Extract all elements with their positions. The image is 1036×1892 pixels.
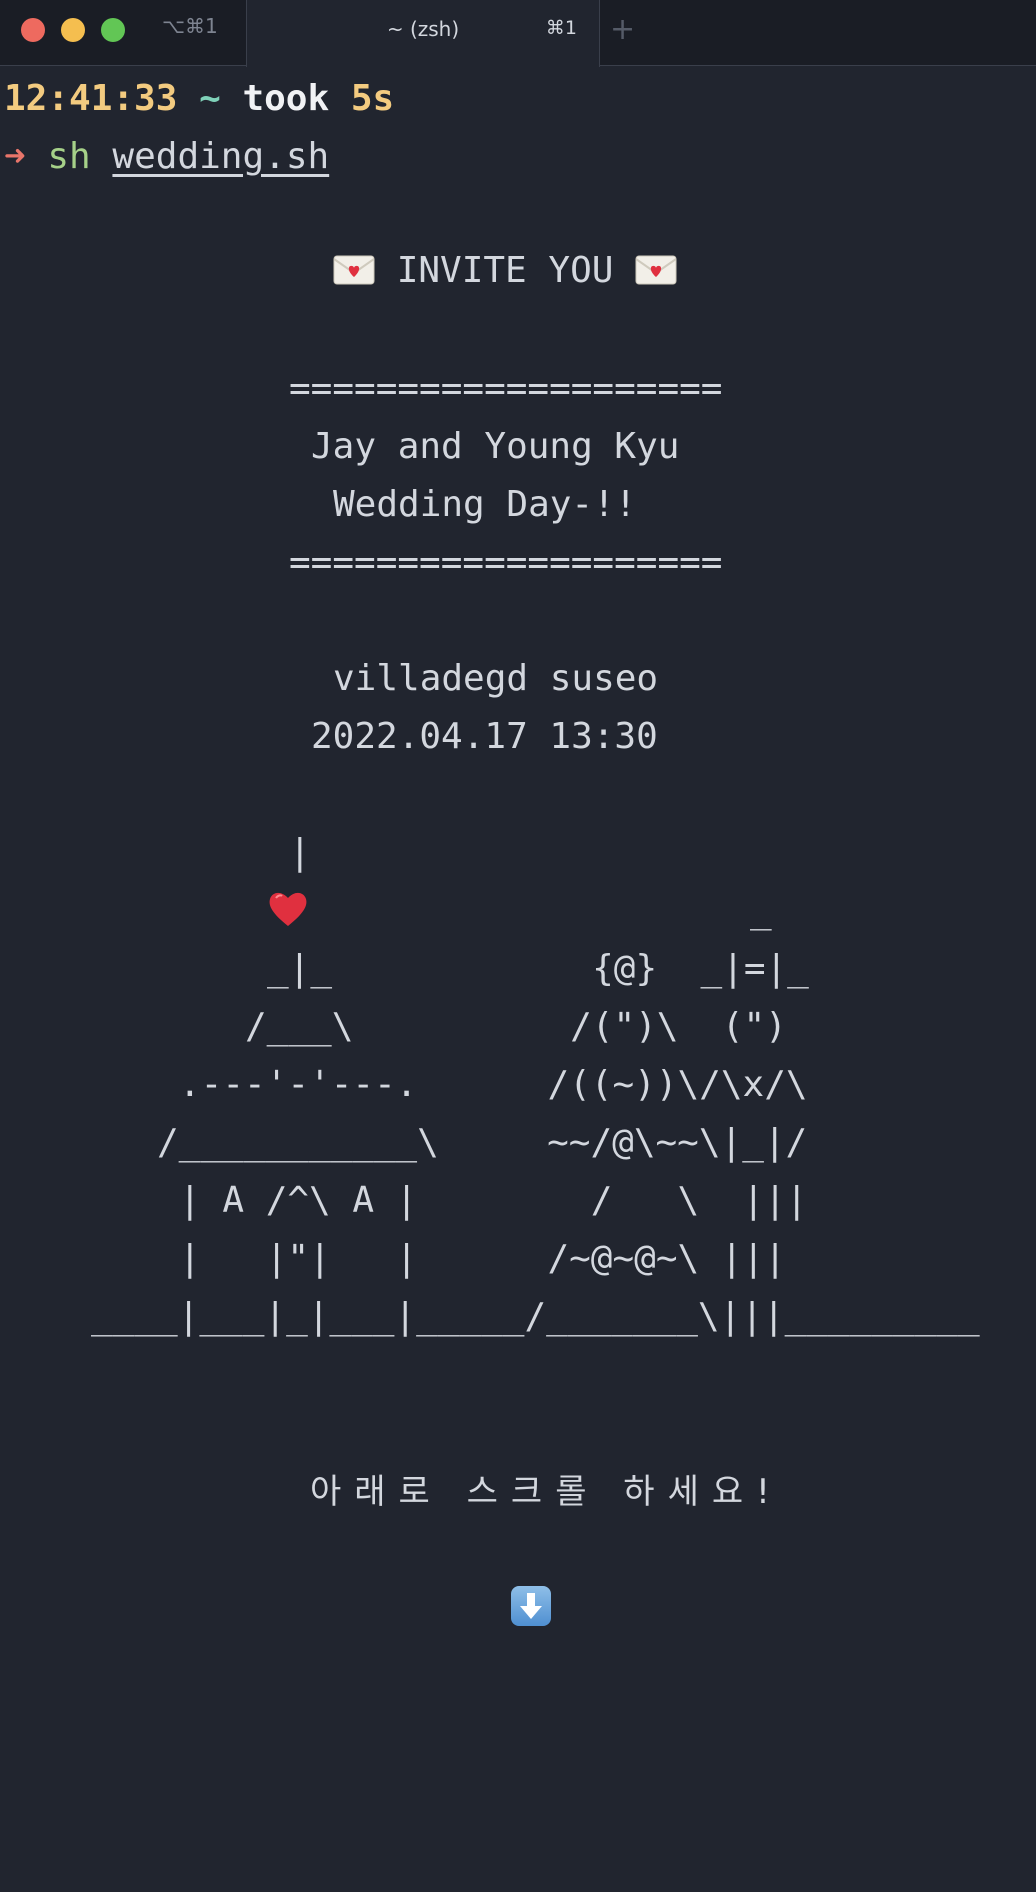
art-row-2: /___\ /(")\ (") — [245, 1006, 787, 1047]
art-pole: | — [289, 832, 311, 873]
art-ground: ____|___|_|___|_____/_______\|||________… — [91, 1296, 980, 1337]
maximize-window-button[interactable] — [101, 18, 125, 42]
tab-zsh[interactable]: ~ (zsh) ⌘1 — [246, 0, 600, 67]
art-flag-top: _ — [750, 890, 772, 931]
prompt-arrow-icon: ➜ — [4, 136, 26, 177]
new-tab-button[interactable]: + — [610, 12, 635, 48]
art-heart-row — [267, 889, 309, 933]
art-row-5: | A /^\ A | / \ ||| — [179, 1180, 808, 1221]
down-arrow-icon — [511, 1586, 551, 1626]
command-argument: wedding.sh — [112, 136, 330, 177]
invite-heading-text: INVITE YOU — [396, 250, 614, 291]
divider-bottom: ==================== — [289, 542, 723, 583]
prompt-duration: 5s — [350, 78, 395, 119]
divider-top: ==================== — [289, 368, 723, 409]
date-time: 2022.04.17 13:30 — [311, 716, 658, 757]
command-line[interactable]: ➜ sh wedding.sh — [4, 135, 329, 179]
command-name: sh — [47, 136, 91, 177]
prompt-time: 12:41:33 — [4, 78, 178, 119]
prompt-dir: ~ — [199, 78, 221, 119]
art-row-6: | |"| | /~@~@~\ ||| — [179, 1238, 786, 1279]
red-heart-icon — [269, 892, 307, 926]
prompt-took-label: took — [242, 78, 330, 119]
love-letter-icon — [635, 255, 677, 285]
terminal-tab-bar: ⌥⌘1 ~ (zsh) ⌘1 + — [0, 0, 1036, 67]
couple-names: Jay and Young Kyu — [311, 426, 680, 467]
love-letter-icon — [333, 255, 375, 285]
minimize-window-button[interactable] — [61, 18, 85, 42]
inactive-tab-shortcut[interactable]: ⌥⌘1 — [162, 14, 218, 38]
art-row-1: _|_ {@} _|=|_ — [267, 948, 809, 989]
prompt-status-line: 12:41:33 ~ took 5s — [4, 77, 394, 121]
art-row-4: /___________\ ~~/@\~~\|_|/ — [157, 1122, 808, 1163]
art-row-3: .---'-'---. /((~))\/\x/\ — [179, 1064, 808, 1105]
wedding-day-title: Wedding Day-!! — [333, 484, 637, 525]
close-window-button[interactable] — [21, 18, 45, 42]
invite-heading: INVITE YOU — [333, 249, 677, 293]
venue: villadegd suseo — [333, 658, 659, 699]
tab-shortcut: ⌘1 — [545, 17, 577, 39]
scroll-hint: 아래로 스크롤 하세요! — [310, 1472, 783, 1512]
